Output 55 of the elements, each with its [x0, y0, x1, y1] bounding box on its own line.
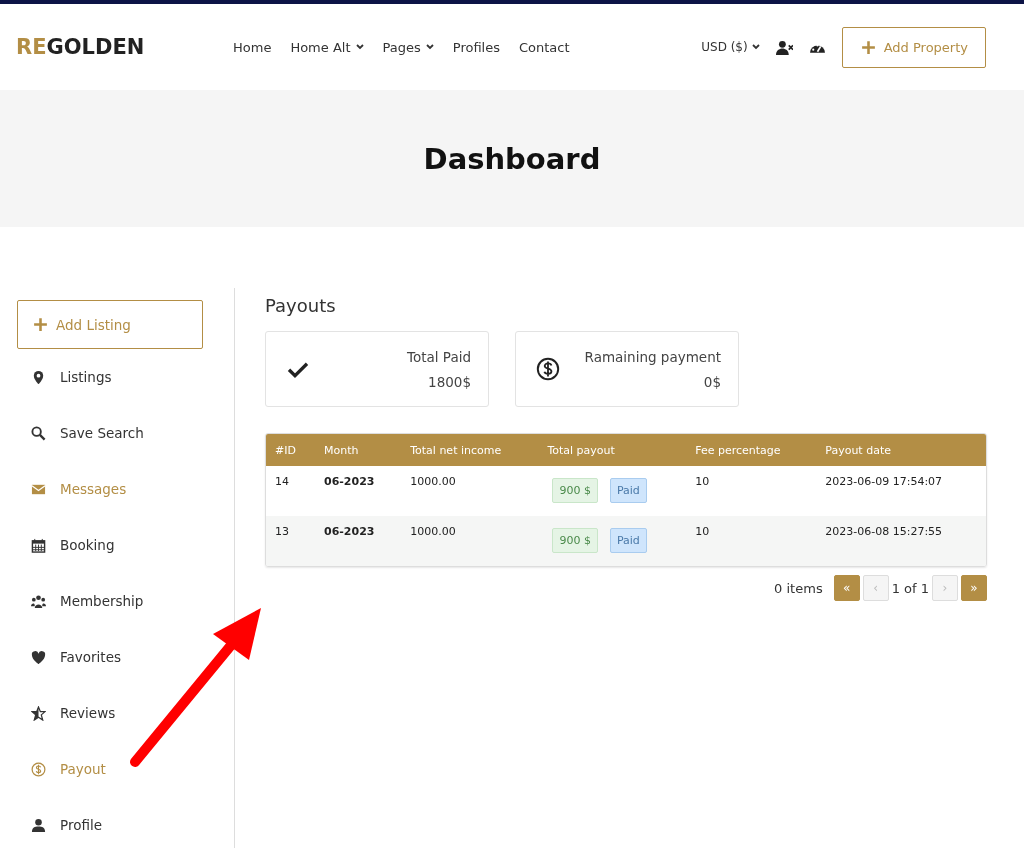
sidebar-item[interactable]: Save Search: [60, 425, 144, 441]
plus-icon: [32, 316, 49, 333]
amount-tag: 900 $: [552, 478, 598, 503]
sidebar-item[interactable]: Reviews: [60, 705, 116, 721]
table-cell: 2023-06-08 15:27:55: [816, 516, 986, 566]
column-header: #ID: [266, 434, 315, 466]
sidebar-item[interactable]: Booking: [60, 537, 115, 553]
plus-icon: [859, 38, 877, 56]
caret-icon: [751, 44, 760, 50]
nav-link[interactable]: Home Alt: [290, 39, 364, 55]
nav-link[interactable]: Contact: [518, 39, 570, 55]
page-title: Dashboard: [423, 141, 601, 176]
table-cell: 1000.00: [401, 516, 539, 566]
user-remove-icon[interactable]: [775, 38, 793, 56]
column-header: Fee percentage: [686, 434, 817, 466]
nav-link[interactable]: Profiles: [452, 39, 500, 55]
sidebar-item[interactable]: Listings: [60, 369, 112, 385]
logo[interactable]: REGOLDEN: [16, 35, 216, 59]
table-cell: 1000.00: [401, 466, 539, 516]
table-cell: 2023-06-09 17:54:07: [816, 466, 986, 516]
amount-tag: 900 $: [552, 528, 598, 553]
stat-value: 1800$: [428, 373, 471, 390]
table-cell: 10: [686, 466, 817, 516]
status-tag: Paid: [609, 528, 647, 553]
dollar-circle-icon: [536, 357, 560, 381]
item-count: 0 items: [774, 580, 823, 596]
page-indicator: 1 of 1: [891, 580, 929, 596]
column-header: Total net income: [401, 434, 539, 466]
person-icon: [31, 817, 46, 833]
sidebar-item[interactable]: Profile: [60, 817, 102, 833]
map-pin-icon: [31, 369, 46, 385]
currency-dropdown[interactable]: USD ($): [701, 40, 760, 54]
column-header: Total payout: [538, 434, 687, 466]
nav-link[interactable]: Home: [233, 39, 272, 55]
stat-label: Total Paid: [407, 348, 471, 365]
star-icon: [31, 705, 46, 721]
status-tag: Paid: [609, 478, 647, 503]
table-cell: 06-2023: [315, 516, 402, 566]
table-cell: 10: [686, 516, 817, 566]
sidebar-item[interactable]: Favorites: [60, 649, 121, 665]
search-icon: [31, 425, 46, 441]
dollar-circle-icon: [31, 761, 46, 777]
stat-value: 0$: [703, 373, 721, 390]
table-cell: 13: [266, 516, 315, 566]
section-title: Payouts: [265, 295, 337, 316]
sidebar-item[interactable]: Membership: [60, 593, 144, 609]
column-header: Month: [315, 434, 402, 466]
people-icon: [31, 593, 46, 609]
table-cell: 14: [266, 466, 315, 516]
column-header: Payout date: [816, 434, 986, 466]
heart-icon: [31, 649, 46, 665]
table-cell: 06-2023: [315, 466, 402, 516]
calendar-icon: [31, 537, 46, 553]
nav-link[interactable]: Pages: [382, 39, 434, 55]
stat-label: Ramaining payment: [584, 348, 721, 365]
